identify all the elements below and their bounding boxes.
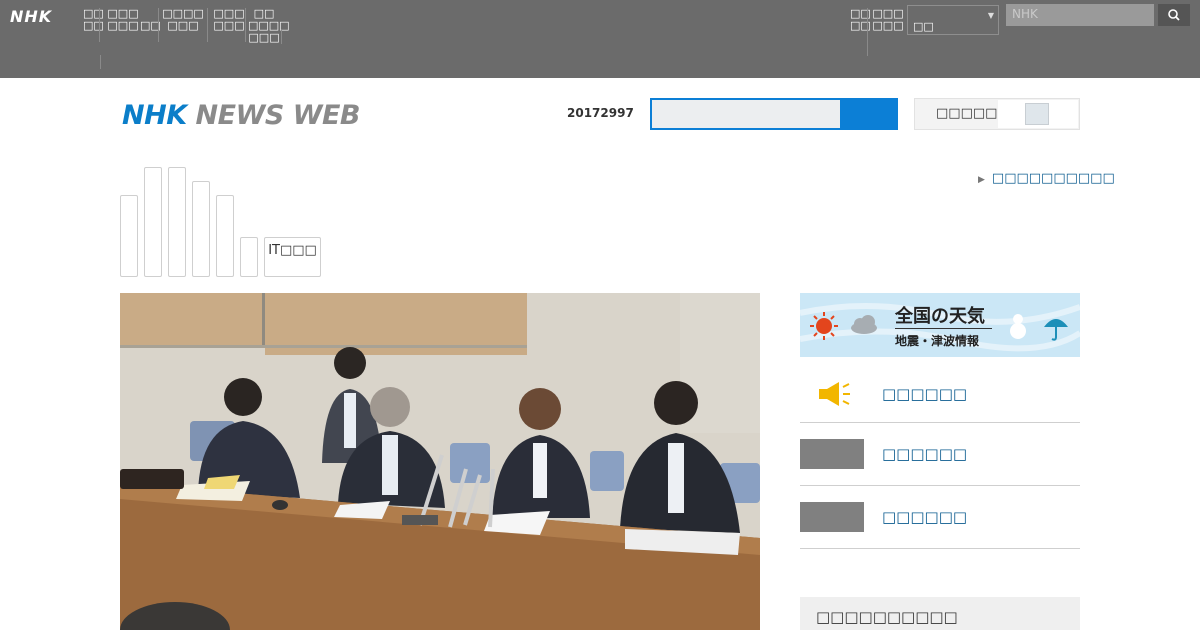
nav-divider — [867, 8, 868, 56]
weather-title: 全国の天気 — [895, 306, 985, 327]
global-nav-item-5[interactable]: □□□ □□□ — [212, 8, 246, 32]
press-conference-image — [120, 293, 760, 630]
global-nav-right-item-1[interactable]: □□ □□ — [850, 8, 871, 32]
toggle-knob[interactable] — [1025, 103, 1049, 125]
news-photo[interactable] — [120, 293, 760, 630]
category-tab[interactable] — [240, 237, 258, 277]
cloud-icon — [851, 315, 877, 334]
category-tab[interactable] — [168, 167, 186, 277]
sidebar-box-title: □□□□□□□□□□ — [816, 608, 958, 626]
sidebar-link-3[interactable]: □□□□□□ — [882, 508, 967, 526]
sidebar-link-2[interactable]: □□□□□□ — [882, 445, 967, 463]
sidebar-thumbnail[interactable] — [800, 439, 864, 469]
logo-nhk: NHK — [122, 100, 187, 131]
site-link-label: □□□□□□□□□□ — [991, 171, 1115, 186]
global-nav-item-1[interactable]: □□ □□ — [83, 8, 104, 32]
nav-divider — [245, 8, 246, 42]
weather-subtitle: 地震・津波情報 — [895, 334, 980, 348]
logo-news-web: NEWS WEB — [195, 100, 361, 131]
global-search-button[interactable] — [1158, 4, 1190, 26]
nav-divider — [99, 8, 100, 42]
category-tab[interactable] — [216, 195, 234, 277]
global-nav-right-item-2[interactable]: □□□ □□□ — [870, 8, 906, 32]
news-search-button[interactable] — [840, 98, 898, 130]
category-tab[interactable] — [120, 195, 138, 277]
region-select[interactable]: □□ ▼ — [907, 5, 999, 35]
sidebar-divider — [800, 548, 1080, 549]
site-link[interactable]: ▶ □□□□□□□□□□ — [978, 171, 1115, 186]
global-nav-item-3[interactable]: □□ — [140, 20, 161, 32]
global-nav-item-6[interactable]: □□ □□□□ □□□ — [248, 8, 290, 44]
sidebar-divider — [800, 422, 1080, 423]
chevron-down-icon: ▼ — [987, 11, 994, 20]
category-tab-it[interactable]: IT□□□ — [264, 237, 321, 277]
arrow-right-icon: ▶ — [978, 175, 985, 185]
sidebar-thumbnail[interactable] — [800, 502, 864, 532]
nav-divider — [281, 30, 282, 44]
nhk-news-web-logo[interactable]: NHK NEWS WEB — [122, 100, 361, 131]
sidebar-link-1[interactable]: □□□□□□ — [882, 385, 967, 403]
nav-divider — [100, 55, 101, 69]
umbrella-icon — [1044, 319, 1068, 341]
global-search-input[interactable]: NHK — [1006, 4, 1154, 26]
global-nav-item-4[interactable]: □□□□ □□□ — [162, 8, 204, 32]
nav-divider — [158, 8, 159, 42]
megaphone-icon — [815, 379, 855, 409]
region-select-value: □□ — [913, 20, 934, 33]
category-tab[interactable] — [192, 181, 210, 277]
nhk-global-logo[interactable]: NHK — [10, 7, 52, 26]
sidebar-divider — [800, 485, 1080, 486]
display-toggle-label: □□□□□ — [936, 106, 998, 121]
weather-divider — [895, 328, 992, 329]
header-date: 20172997 — [567, 106, 634, 120]
search-icon — [1168, 9, 1180, 21]
nav-divider — [207, 8, 208, 42]
category-tab[interactable] — [144, 167, 162, 277]
global-nav-item-2[interactable]: □□□ □□□ — [104, 8, 142, 32]
